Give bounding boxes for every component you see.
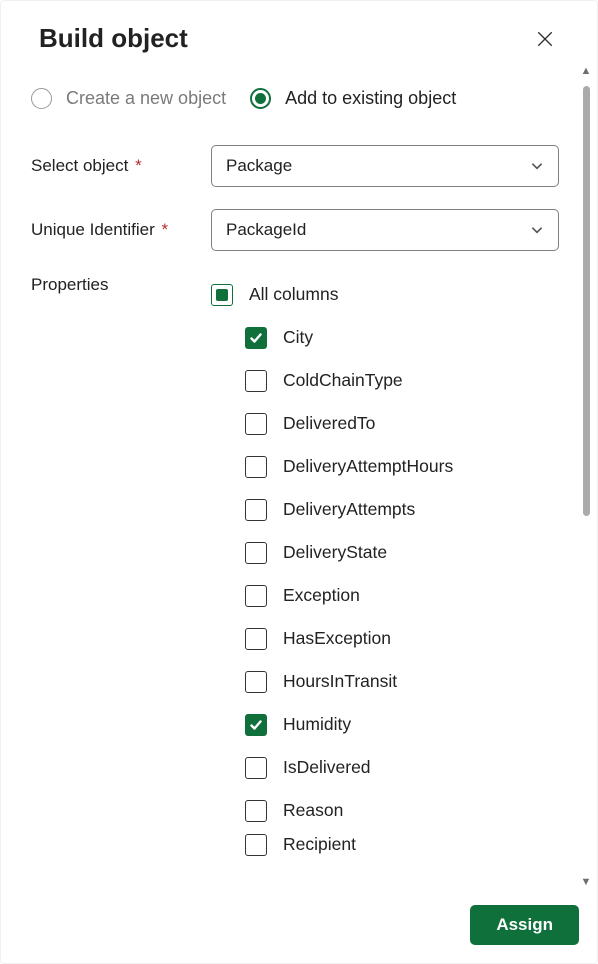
checkbox-icon [245, 413, 267, 435]
checkbox-label: City [283, 327, 313, 348]
checkbox-icon [245, 542, 267, 564]
label-text: Select object [31, 156, 128, 175]
checkbox-icon [245, 757, 267, 779]
checkbox-item[interactable]: City [211, 316, 559, 359]
checkbox-label: Exception [283, 585, 360, 606]
required-asterisk: * [162, 220, 169, 239]
checkbox-item[interactable]: Recipient [211, 832, 559, 860]
chevron-down-icon [530, 159, 544, 173]
checkbox-item[interactable]: Reason [211, 789, 559, 832]
mode-radio-group: Create a new object Add to existing obje… [31, 88, 559, 109]
checkbox-item[interactable]: IsDelivered [211, 746, 559, 789]
checkbox-label: DeliveredTo [283, 413, 375, 434]
scroll-content: Create a new object Add to existing obje… [1, 62, 597, 891]
select-object-value: Package [226, 156, 292, 176]
radio-label: Add to existing object [285, 88, 456, 109]
checkbox-label: Recipient [283, 834, 356, 855]
checkbox-label: IsDelivered [283, 757, 371, 778]
checkbox-item[interactable]: HoursInTransit [211, 660, 559, 703]
checkbox-item[interactable]: HasException [211, 617, 559, 660]
scroll-down-arrow-icon[interactable]: ▼ [579, 875, 593, 889]
radio-create-new-object[interactable]: Create a new object [31, 88, 226, 109]
unique-identifier-dropdown[interactable]: PackageId [211, 209, 559, 251]
checkbox-icon [245, 499, 267, 521]
checkbox-item[interactable]: Exception [211, 574, 559, 617]
radio-icon [250, 88, 271, 109]
required-asterisk: * [135, 156, 142, 175]
checkbox-icon [245, 370, 267, 392]
checkbox-all-columns[interactable]: All columns [211, 273, 559, 316]
select-object-row: Select object * Package [31, 145, 559, 187]
select-object-dropdown[interactable]: Package [211, 145, 559, 187]
label-text: Unique Identifier [31, 220, 155, 239]
checkbox-item[interactable]: DeliveredTo [211, 402, 559, 445]
select-object-label: Select object * [31, 156, 211, 176]
checkbox-label: DeliveryAttemptHours [283, 456, 453, 477]
scrollbar-thumb[interactable] [583, 86, 590, 516]
properties-label: Properties [31, 273, 211, 860]
checkbox-icon [245, 800, 267, 822]
checkbox-item[interactable]: Humidity [211, 703, 559, 746]
assign-button[interactable]: Assign [470, 905, 579, 945]
radio-icon [31, 88, 52, 109]
checkbox-item[interactable]: DeliveryAttempts [211, 488, 559, 531]
radio-label: Create a new object [66, 88, 226, 109]
panel-body: Create a new object Add to existing obje… [1, 62, 597, 891]
checkbox-label: ColdChainType [283, 370, 403, 391]
radio-dot-icon [255, 93, 266, 104]
scrollbar[interactable]: ▲ ▼ [579, 64, 593, 889]
unique-identifier-row: Unique Identifier * PackageId [31, 209, 559, 251]
checkbox-label: Humidity [283, 714, 351, 735]
radio-add-to-existing[interactable]: Add to existing object [250, 88, 456, 109]
page-title: Build object [39, 23, 188, 54]
panel-header: Build object [1, 1, 597, 62]
close-icon [536, 30, 554, 48]
checkbox-label: DeliveryAttempts [283, 499, 415, 520]
properties-checkbox-list: All columns City ColdChainType DeliveredTo D… [211, 273, 559, 860]
checkbox-icon [245, 585, 267, 607]
build-object-panel: Build object Create a new object Add to … [0, 0, 598, 964]
checkbox-icon [245, 327, 267, 349]
checkbox-label: All columns [249, 284, 338, 305]
panel-footer: Assign [1, 891, 597, 963]
checkbox-icon [245, 671, 267, 693]
unique-identifier-label: Unique Identifier * [31, 220, 211, 240]
properties-section: Properties All columns City ColdChainType D… [31, 273, 559, 860]
checkbox-item[interactable]: DeliveryState [211, 531, 559, 574]
checkbox-item[interactable]: ColdChainType [211, 359, 559, 402]
close-button[interactable] [531, 25, 559, 53]
checkbox-icon [245, 714, 267, 736]
checkbox-label: DeliveryState [283, 542, 387, 563]
checkbox-label: HoursInTransit [283, 671, 397, 692]
checkbox-icon [245, 456, 267, 478]
unique-identifier-value: PackageId [226, 220, 306, 240]
checkbox-icon [245, 628, 267, 650]
chevron-down-icon [530, 223, 544, 237]
checkbox-label: Reason [283, 800, 343, 821]
scroll-up-arrow-icon[interactable]: ▲ [579, 64, 593, 78]
checkbox-label: HasException [283, 628, 391, 649]
checkbox-icon [245, 834, 267, 856]
checkbox-indeterminate-icon [211, 284, 233, 306]
checkbox-item[interactable]: DeliveryAttemptHours [211, 445, 559, 488]
